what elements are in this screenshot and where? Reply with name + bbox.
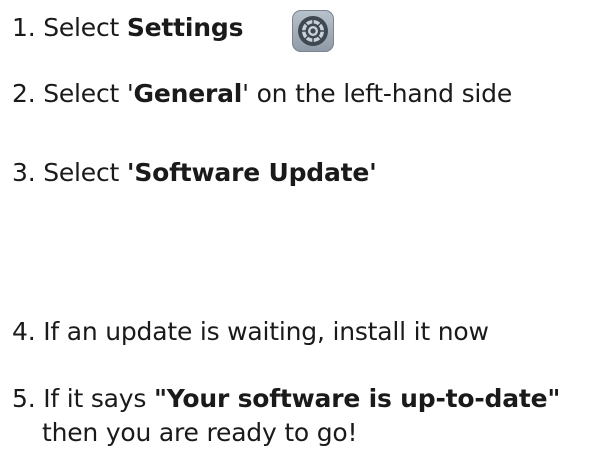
settings-app-icon: [292, 10, 334, 52]
step-4: 4. If an update is waiting, install it n…: [12, 314, 489, 350]
step-text: Select ': [43, 79, 134, 108]
step-text: Select: [43, 13, 127, 42]
step-emphasis: Settings: [126, 13, 244, 42]
step-5: 5. If it says "Your software is up-to-da…: [12, 381, 560, 417]
step-text: Select: [43, 158, 127, 187]
gear-icon: [298, 16, 328, 46]
step-emphasis: 'Software Update': [126, 158, 377, 187]
step-text: then you are ready to go!: [42, 418, 358, 447]
step-text-suffix: ' on the left-hand side: [242, 79, 512, 108]
step-text: If an update is waiting, install it now: [43, 317, 489, 346]
step-number: 5.: [12, 384, 36, 413]
step-text: If it says: [43, 384, 154, 413]
step-number: 4.: [12, 317, 36, 346]
step-emphasis: General: [133, 79, 243, 108]
step-number: 2.: [12, 79, 36, 108]
step-5-continuation: then you are ready to go!: [42, 415, 358, 451]
step-1: 1. Select Settings: [12, 10, 243, 46]
step-3: 3. Select 'Software Update': [12, 155, 377, 191]
step-2: 2. Select 'General' on the left-hand sid…: [12, 76, 512, 112]
step-number: 3.: [12, 158, 36, 187]
step-number: 1.: [12, 13, 36, 42]
step-emphasis: "Your software is up-to-date": [153, 384, 561, 413]
